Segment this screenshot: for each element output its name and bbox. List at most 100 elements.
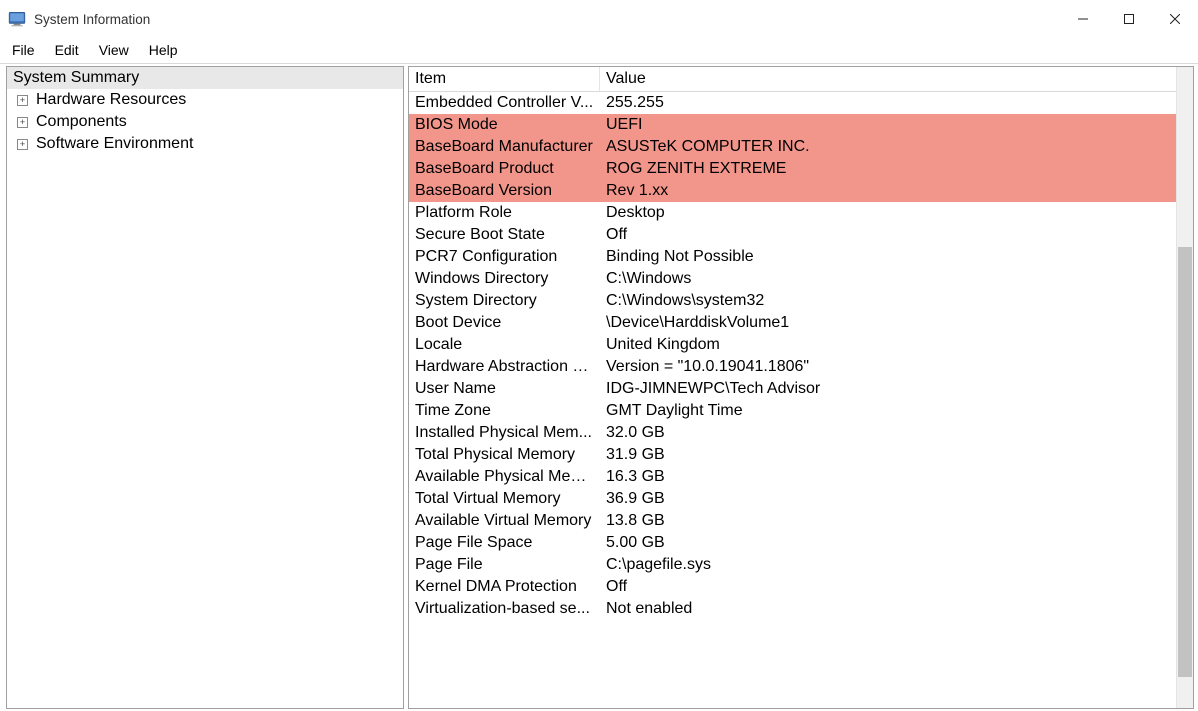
window-controls [1060, 3, 1198, 35]
detail-cell-value: UEFI [600, 114, 1176, 136]
detail-cell-value: IDG-JIMNEWPC\Tech Advisor [600, 378, 1176, 400]
detail-cell-item: Virtualization-based se... [409, 598, 600, 620]
close-button[interactable] [1152, 3, 1198, 35]
detail-cell-value: C:\Windows\system32 [600, 290, 1176, 312]
scrollbar-thumb[interactable] [1178, 247, 1192, 677]
detail-row[interactable]: Boot Device\Device\HarddiskVolume1 [409, 312, 1176, 334]
detail-cell-value: Binding Not Possible [600, 246, 1176, 268]
detail-cell-value: 31.9 GB [600, 444, 1176, 466]
vertical-scrollbar[interactable] [1176, 67, 1193, 708]
detail-cell-item: Kernel DMA Protection [409, 576, 600, 598]
detail-cell-item: BaseBoard Manufacturer [409, 136, 600, 158]
tree-pane[interactable]: System Summary + Hardware Resources + Co… [6, 66, 404, 709]
detail-header: Item Value [409, 67, 1176, 92]
detail-row[interactable]: BaseBoard ProductROG ZENITH EXTREME [409, 158, 1176, 180]
detail-row[interactable]: Available Physical Mem...16.3 GB [409, 466, 1176, 488]
detail-cell-item: Boot Device [409, 312, 600, 334]
detail-cell-value: C:\pagefile.sys [600, 554, 1176, 576]
detail-cell-item: User Name [409, 378, 600, 400]
detail-cell-item: Total Virtual Memory [409, 488, 600, 510]
detail-cell-item: Available Virtual Memory [409, 510, 600, 532]
detail-row[interactable]: Hardware Abstraction L...Version = "10.0… [409, 356, 1176, 378]
detail-row[interactable]: LocaleUnited Kingdom [409, 334, 1176, 356]
tree-item-label: Hardware Resources [36, 91, 186, 109]
detail-cell-value: Not enabled [600, 598, 1176, 620]
tree-item-components[interactable]: + Components [7, 111, 403, 133]
detail-row[interactable]: Page FileC:\pagefile.sys [409, 554, 1176, 576]
menu-file[interactable]: File [2, 40, 45, 60]
detail-cell-item: Time Zone [409, 400, 600, 422]
menu-view[interactable]: View [89, 40, 139, 60]
content-area: System Summary + Hardware Resources + Co… [0, 64, 1198, 711]
minimize-button[interactable] [1060, 3, 1106, 35]
detail-row[interactable]: Secure Boot StateOff [409, 224, 1176, 246]
detail-row[interactable]: BIOS ModeUEFI [409, 114, 1176, 136]
detail-row[interactable]: Installed Physical Mem...32.0 GB [409, 422, 1176, 444]
detail-cell-item: Page File Space [409, 532, 600, 554]
detail-row[interactable]: Embedded Controller V...255.255 [409, 92, 1176, 114]
detail-cell-item: BaseBoard Version [409, 180, 600, 202]
detail-row[interactable]: User NameIDG-JIMNEWPC\Tech Advisor [409, 378, 1176, 400]
detail-cell-item: PCR7 Configuration [409, 246, 600, 268]
tree-root-system-summary[interactable]: System Summary [7, 67, 403, 89]
detail-row[interactable]: PCR7 ConfigurationBinding Not Possible [409, 246, 1176, 268]
detail-cell-value: Off [600, 576, 1176, 598]
detail-cell-value: United Kingdom [600, 334, 1176, 356]
expand-icon[interactable]: + [17, 139, 28, 150]
tree-item-hardware-resources[interactable]: + Hardware Resources [7, 89, 403, 111]
detail-cell-value: \Device\HarddiskVolume1 [600, 312, 1176, 334]
app-icon [8, 10, 26, 28]
detail-row[interactable]: Kernel DMA ProtectionOff [409, 576, 1176, 598]
detail-cell-value: 13.8 GB [600, 510, 1176, 532]
menubar: File Edit View Help [0, 38, 1198, 64]
detail-rows: Embedded Controller V...255.255BIOS Mode… [409, 92, 1176, 620]
menu-edit[interactable]: Edit [45, 40, 89, 60]
detail-pane[interactable]: Item Value Embedded Controller V...255.2… [409, 67, 1176, 708]
detail-cell-value: 255.255 [600, 92, 1176, 114]
detail-row[interactable]: System DirectoryC:\Windows\system32 [409, 290, 1176, 312]
detail-row[interactable]: Platform RoleDesktop [409, 202, 1176, 224]
detail-cell-value: C:\Windows [600, 268, 1176, 290]
detail-cell-item: Embedded Controller V... [409, 92, 600, 114]
detail-cell-value: Desktop [600, 202, 1176, 224]
detail-cell-value: 5.00 GB [600, 532, 1176, 554]
detail-row[interactable]: Time ZoneGMT Daylight Time [409, 400, 1176, 422]
detail-cell-value: Off [600, 224, 1176, 246]
detail-cell-value: 16.3 GB [600, 466, 1176, 488]
detail-row[interactable]: Available Virtual Memory13.8 GB [409, 510, 1176, 532]
expand-icon[interactable]: + [17, 95, 28, 106]
detail-cell-item: Hardware Abstraction L... [409, 356, 600, 378]
tree-item-label: Components [36, 113, 127, 131]
detail-cell-item: Available Physical Mem... [409, 466, 600, 488]
column-header-item[interactable]: Item [409, 67, 600, 91]
detail-row[interactable]: Windows DirectoryC:\Windows [409, 268, 1176, 290]
maximize-button[interactable] [1106, 3, 1152, 35]
detail-cell-value: ASUSTeK COMPUTER INC. [600, 136, 1176, 158]
detail-row[interactable]: Virtualization-based se...Not enabled [409, 598, 1176, 620]
menu-help[interactable]: Help [139, 40, 188, 60]
detail-cell-item: Installed Physical Mem... [409, 422, 600, 444]
expand-icon[interactable]: + [17, 117, 28, 128]
detail-cell-item: BaseBoard Product [409, 158, 600, 180]
detail-cell-value: GMT Daylight Time [600, 400, 1176, 422]
column-header-value[interactable]: Value [600, 67, 1176, 91]
detail-cell-value: 36.9 GB [600, 488, 1176, 510]
titlebar: System Information [0, 0, 1198, 38]
detail-row[interactable]: Page File Space5.00 GB [409, 532, 1176, 554]
detail-row[interactable]: BaseBoard ManufacturerASUSTeK COMPUTER I… [409, 136, 1176, 158]
detail-cell-value: ROG ZENITH EXTREME [600, 158, 1176, 180]
detail-cell-value: Version = "10.0.19041.1806" [600, 356, 1176, 378]
detail-row[interactable]: BaseBoard VersionRev 1.xx [409, 180, 1176, 202]
detail-cell-item: Total Physical Memory [409, 444, 600, 466]
detail-cell-item: BIOS Mode [409, 114, 600, 136]
window-title: System Information [34, 12, 150, 27]
detail-row[interactable]: Total Virtual Memory36.9 GB [409, 488, 1176, 510]
detail-row[interactable]: Total Physical Memory31.9 GB [409, 444, 1176, 466]
tree-item-software-environment[interactable]: + Software Environment [7, 133, 403, 155]
detail-cell-value: 32.0 GB [600, 422, 1176, 444]
detail-cell-item: Platform Role [409, 202, 600, 224]
detail-cell-item: Page File [409, 554, 600, 576]
tree-item-label: Software Environment [36, 135, 193, 153]
detail-cell-value: Rev 1.xx [600, 180, 1176, 202]
detail-cell-item: Locale [409, 334, 600, 356]
